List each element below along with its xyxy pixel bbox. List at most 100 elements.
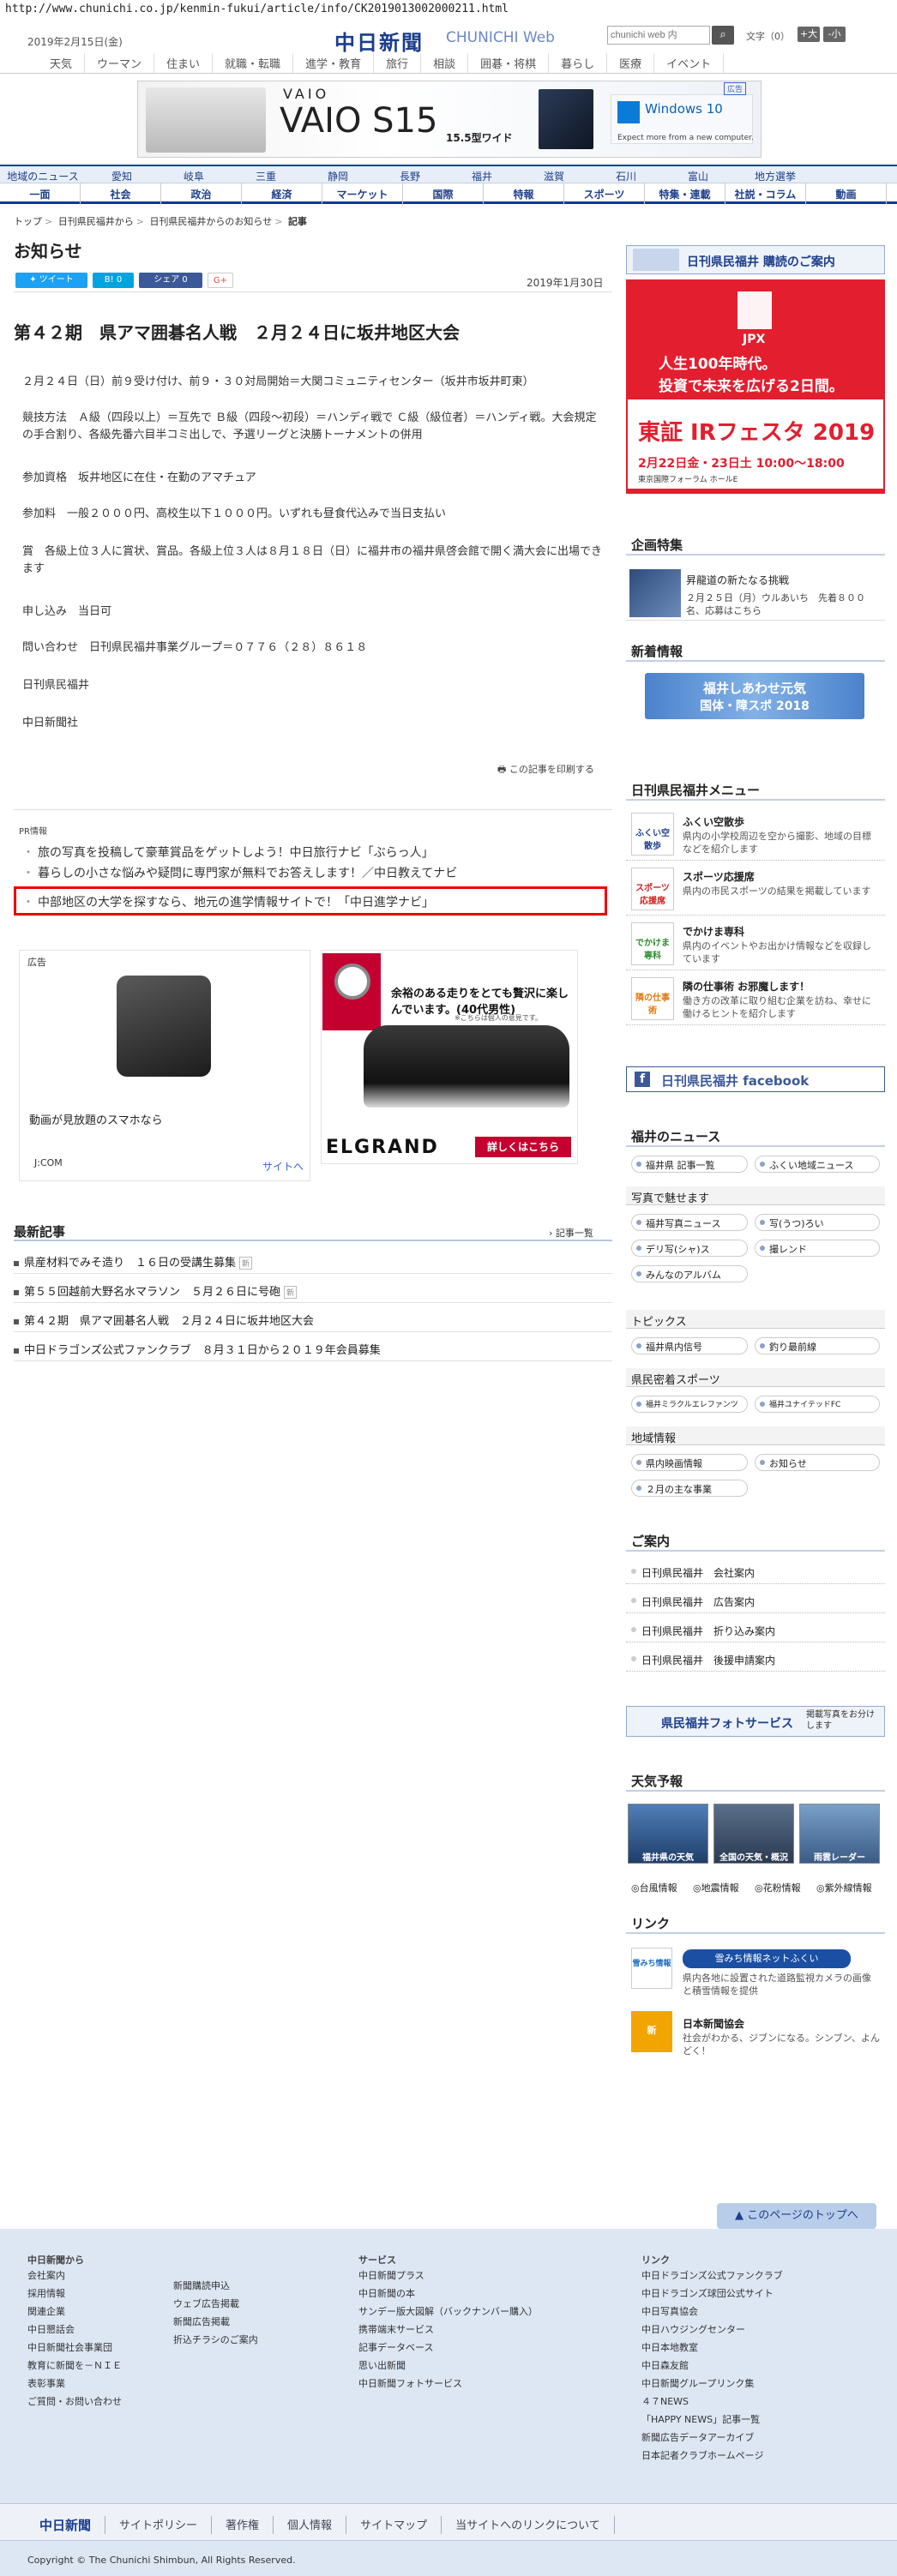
facebook-link[interactable]: 日刊県民福井 facebook: [626, 1066, 885, 1092]
font-size-down-button[interactable]: -小: [823, 27, 846, 42]
breadcrumb-info[interactable]: 日刊県民福井からのお知らせ: [149, 216, 272, 227]
photo-link[interactable]: みんなのアルバム: [631, 1265, 748, 1282]
top-nav-item[interactable]: 暮らし: [549, 53, 608, 73]
top-nav-item[interactable]: イベント: [654, 53, 725, 73]
annai-link[interactable]: 日刊県民福井 会社案内: [626, 1558, 885, 1584]
top-nav-item[interactable]: 天気: [38, 53, 86, 73]
weather-link[interactable]: ◎地震情報: [693, 1881, 739, 1894]
fukui-chiiki-link[interactable]: ふくい地域ニュース: [755, 1156, 880, 1173]
hatena-button[interactable]: B! 0: [93, 273, 134, 288]
top-nav-item[interactable]: 相談: [421, 53, 469, 73]
footer-link[interactable]: 携帯端末サービス: [358, 2321, 538, 2339]
annai-link[interactable]: 日刊県民福井 後援申請案内: [626, 1646, 885, 1672]
facebook-share-button[interactable]: シェア 0: [139, 273, 202, 288]
category-nav-item[interactable]: 特集・連載: [645, 183, 725, 205]
footer-link[interactable]: 新聞広告掲載: [173, 2313, 258, 2331]
category-nav-item[interactable]: 動画: [806, 183, 887, 205]
tweet-button[interactable]: ✦ ツイート: [15, 273, 87, 288]
category-nav-item[interactable]: スポーツ: [564, 183, 645, 205]
site-logo[interactable]: 中日新聞: [334, 26, 424, 56]
fukui-kokutai-banner[interactable]: 福井しあわせ元気 国体・障スポ 2018: [645, 673, 864, 719]
footer-link[interactable]: 中日新聞フォトサービス: [358, 2375, 538, 2393]
sports-link[interactable]: 福井ミラクルエレファンツ: [631, 1396, 748, 1413]
latest-item[interactable]: 中日ドラゴンズ公式ファンクラブ ８月３１日から２０１９年会員募集: [14, 1332, 612, 1361]
footer-link[interactable]: 中日懇話会: [27, 2321, 122, 2339]
latest-item[interactable]: 第４２期 県アマ囲碁名人戦 ２月２４日に坂井地区大会: [14, 1303, 612, 1332]
gplus-button[interactable]: G+: [208, 273, 233, 288]
weather-link[interactable]: ◎紫外線情報: [816, 1881, 872, 1894]
photo-link[interactable]: 福井写真ニュース: [631, 1214, 748, 1231]
pr-link-3[interactable]: ・中部地区の大学を探すなら、地元の進学情報サイトで！「中日進学ナビ」: [22, 893, 434, 910]
latest-item[interactable]: 第５５回越前大野名水マラソン ５月２６日に号砲新: [14, 1274, 612, 1303]
print-link[interactable]: 🖶 この記事を印刷する: [497, 762, 594, 778]
footer-link[interactable]: 思い出新聞: [358, 2357, 538, 2375]
footer-link[interactable]: 採用情報: [27, 2285, 122, 2303]
footer-bar-link[interactable]: サイトマップ: [346, 2516, 442, 2534]
back-to-top-button[interactable]: ▲ このページのトップへ: [717, 2203, 876, 2229]
latest-item[interactable]: 県産材料でみそ造り １６日の受講生募集新: [14, 1245, 612, 1274]
weather-link[interactable]: ◎台風情報: [631, 1881, 677, 1894]
region-link[interactable]: お知らせ: [755, 1454, 880, 1471]
weather-link[interactable]: ◎花粉情報: [755, 1881, 801, 1894]
footer-logo[interactable]: 中日新聞: [26, 2516, 106, 2534]
region-link[interactable]: 県内映画情報: [631, 1454, 748, 1471]
top-nav-item[interactable]: 住まい: [154, 53, 214, 73]
topic-link[interactable]: 釣り最前線: [755, 1337, 880, 1354]
footer-link[interactable]: 中日新聞社会事業団: [27, 2339, 122, 2357]
footer-link[interactable]: 中日森友館: [641, 2357, 783, 2375]
category-nav-item[interactable]: 政治: [161, 183, 242, 205]
ad2-details-button[interactable]: 詳しくはこちら: [475, 1137, 571, 1157]
top-nav-item[interactable]: ウーマン: [85, 53, 155, 73]
category-nav-item[interactable]: 経済: [242, 183, 322, 205]
footer-link[interactable]: 「HAPPY NEWS」記事一覧: [641, 2411, 783, 2429]
annai-link[interactable]: 日刊県民福井 折り込み案内: [626, 1617, 885, 1642]
footer-link[interactable]: ご質問・お問い合わせ: [27, 2393, 122, 2411]
region-link[interactable]: ２月の主な事業: [631, 1480, 748, 1497]
footer-link[interactable]: 教育に新聞を－ＮＩＥ: [27, 2357, 122, 2375]
footer-bar-link[interactable]: 著作権: [212, 2516, 274, 2534]
font-size-up-button[interactable]: +大: [798, 27, 820, 42]
footer-link[interactable]: 中日ハウジングセンター: [641, 2321, 783, 2339]
footer-link[interactable]: 折込チラシのご案内: [173, 2331, 258, 2349]
footer-link[interactable]: 中日本地教室: [641, 2339, 783, 2357]
photo-link[interactable]: デリ写(シャ)ス: [631, 1240, 748, 1257]
category-nav-item[interactable]: 特報: [484, 183, 564, 205]
footer-link[interactable]: サンデー版大図解（バックナンバー購入）: [358, 2303, 538, 2321]
category-nav-item[interactable]: 社会: [81, 183, 161, 205]
footer-link[interactable]: 新聞購読申込: [173, 2277, 258, 2295]
breadcrumb-top[interactable]: トップ: [14, 216, 42, 227]
sports-link[interactable]: 福井ユナイテッドFC: [755, 1396, 880, 1413]
annai-link[interactable]: 日刊県民福井 広告案内: [626, 1588, 885, 1613]
footer-link[interactable]: 日本記者クラブホームページ: [641, 2447, 783, 2465]
footer-link[interactable]: 記事データベース: [358, 2339, 538, 2357]
top-nav-item[interactable]: 旅行: [374, 53, 422, 73]
top-nav-item[interactable]: 医療: [607, 53, 655, 73]
footer-link[interactable]: 中日新聞プラス: [358, 2267, 538, 2285]
footer-link[interactable]: 中日ドラゴンズ公式ファンクラブ: [641, 2267, 783, 2285]
photo-link[interactable]: 撮レンド: [755, 1240, 880, 1257]
fukui-news-link[interactable]: 福井県 記事一覧: [631, 1156, 748, 1173]
site-logo-en[interactable]: CHUNICHI Web: [446, 29, 555, 46]
breadcrumb-kenmin[interactable]: 日刊県民福井から: [58, 216, 134, 227]
top-nav-item[interactable]: 進学・教育: [293, 53, 375, 73]
footer-link[interactable]: 新聞広告データアーカイブ: [641, 2429, 783, 2447]
pr-link-1[interactable]: ・旅の写真を投稿して豪華賞品をゲットしよう！中日旅行ナビ「ぶらっ人」: [22, 844, 434, 861]
topic-link[interactable]: 福井県内信号: [631, 1337, 748, 1354]
footer-link[interactable]: ４７NEWS: [641, 2393, 783, 2411]
top-nav-item[interactable]: 就職・転職: [213, 53, 294, 73]
footer-link[interactable]: 関連企業: [27, 2303, 122, 2321]
category-nav-item[interactable]: マーケット: [322, 183, 403, 205]
search-input[interactable]: [607, 26, 710, 45]
footer-link[interactable]: 表彰事業: [27, 2375, 122, 2393]
footer-link[interactable]: ウェブ広告掲載: [173, 2295, 258, 2313]
category-nav-item[interactable]: 社説・コラム: [725, 183, 806, 205]
category-nav-item[interactable]: 国際: [403, 183, 484, 205]
footer-bar-link[interactable]: 当サイトへのリンクについて: [442, 2516, 615, 2534]
photo-link[interactable]: 写(うつ)ろい: [755, 1214, 880, 1231]
footer-link[interactable]: 中日新聞の本: [358, 2285, 538, 2303]
latest-more-link[interactable]: › 記事一覧: [549, 1226, 593, 1240]
search-button[interactable]: ⌕: [712, 26, 734, 45]
footer-link[interactable]: 中日写真協会: [641, 2303, 783, 2321]
footer-link[interactable]: 中日新聞グループリンク集: [641, 2375, 783, 2393]
top-nav-item[interactable]: 囲碁・将棋: [468, 53, 550, 73]
